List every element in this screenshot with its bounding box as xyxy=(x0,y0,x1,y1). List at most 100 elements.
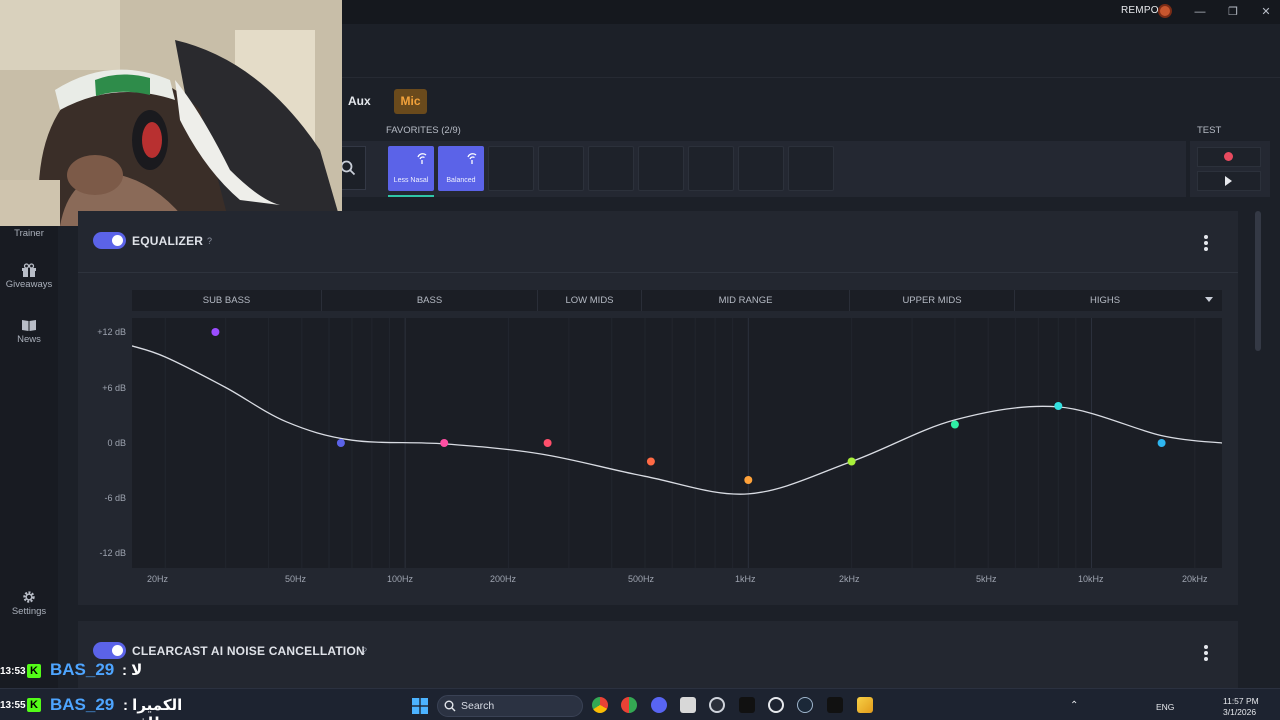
chat-user: BAS_29 xyxy=(50,695,115,714)
epic-icon[interactable] xyxy=(739,697,755,713)
minimize-button[interactable]: — xyxy=(1186,2,1214,22)
chrome-alt-icon[interactable] xyxy=(621,697,637,713)
tab-aux[interactable]: Aux xyxy=(348,89,371,114)
taskbar-search[interactable] xyxy=(437,695,583,717)
band-bass[interactable]: BASS xyxy=(322,290,538,311)
gift-icon xyxy=(22,263,36,277)
chat-user: BAS_29 xyxy=(50,660,115,679)
test-label: TEST xyxy=(1197,125,1222,136)
equalizer-toggle[interactable] xyxy=(93,232,126,249)
y-tick-label: -12 dB xyxy=(99,548,126,558)
clearcast-help[interactable]: ? xyxy=(362,646,367,656)
x-tick-label: 500Hz xyxy=(628,574,655,584)
restore-button[interactable]: ❐ xyxy=(1219,2,1247,22)
preset-slot-empty[interactable] xyxy=(688,146,734,191)
header-divider xyxy=(342,77,1280,78)
x-tick-label: 20kHz xyxy=(1182,574,1208,584)
clearcast-toggle[interactable] xyxy=(93,642,126,659)
preset-slot-empty[interactable] xyxy=(788,146,834,191)
band-upper-mids[interactable]: UPPER MIDS xyxy=(850,290,1015,311)
kick-icon: K xyxy=(27,698,41,712)
preset-slot-empty[interactable] xyxy=(588,146,634,191)
eq-point-3[interactable] xyxy=(440,439,449,447)
close-button[interactable]: ✕ xyxy=(1252,2,1280,22)
y-tick-label: +12 dB xyxy=(97,327,126,337)
voice-app-icon[interactable] xyxy=(680,697,696,713)
x-tick-label: 5kHz xyxy=(976,574,997,584)
preset-slot-empty[interactable] xyxy=(488,146,534,191)
eq-point-10[interactable] xyxy=(1157,439,1166,447)
band-sub-bass[interactable]: SUB BASS xyxy=(132,290,322,311)
steam-icon[interactable] xyxy=(797,697,813,713)
preset-balanced[interactable]: Balanced xyxy=(438,146,484,191)
eq-point-6[interactable] xyxy=(744,476,753,484)
clock-date[interactable]: 3/1/2026 xyxy=(1223,707,1256,717)
eq-point-1[interactable] xyxy=(211,328,220,336)
preset-less-nasal[interactable]: Less Nasal xyxy=(388,146,434,191)
sidebar-item-trainer[interactable]: Trainer xyxy=(0,228,58,239)
windows-start-icon[interactable] xyxy=(412,698,428,714)
app-icon[interactable] xyxy=(857,697,873,713)
band-highs[interactable]: HIGHS xyxy=(1015,290,1195,311)
preset-slot-empty[interactable] xyxy=(538,146,584,191)
preset-search[interactable] xyxy=(340,146,366,190)
user-name[interactable]: REMPO xyxy=(1121,5,1159,16)
equalizer-menu-icon[interactable] xyxy=(1204,235,1208,251)
tiktok-icon[interactable] xyxy=(827,697,843,713)
eq-point-7[interactable] xyxy=(847,457,856,466)
y-tick-label: +6 dB xyxy=(102,383,126,393)
chat-message: 13:55 K BAS_29 : الكميرا طافيه xyxy=(0,695,220,720)
x-tick-label: 1kHz xyxy=(735,574,756,584)
chevron-up-icon[interactable]: ⌃ xyxy=(1070,700,1078,711)
chrome-icon[interactable] xyxy=(592,697,608,713)
sidebar-item-giveaways[interactable]: Giveaways xyxy=(0,263,58,290)
chat-time: 13:53 xyxy=(0,666,26,677)
tab-mic[interactable]: Mic xyxy=(394,89,427,114)
eq-point-8[interactable] xyxy=(950,420,959,429)
clock-time[interactable]: 11:57 PM xyxy=(1223,696,1259,706)
eq-point-5[interactable] xyxy=(646,457,655,466)
record-icon xyxy=(1224,152,1233,161)
chat-text: : لا xyxy=(122,662,143,679)
scrollbar[interactable] xyxy=(1255,211,1261,351)
equalizer-help[interactable]: ? xyxy=(207,236,212,246)
eq-point-4[interactable] xyxy=(543,439,552,447)
taskbar-search-label: Search xyxy=(461,700,495,712)
y-tick-label: 0 dB xyxy=(107,438,126,448)
eq-point-2[interactable] xyxy=(336,439,345,447)
clearcast-menu-icon[interactable] xyxy=(1204,645,1208,661)
clearcast-title: CLEARCAST AI NOISE CANCELLATION xyxy=(132,644,365,658)
chat-message: 13:53 K BAS_29 : لا xyxy=(0,660,150,680)
x-tick-label: 50Hz xyxy=(285,574,307,584)
book-icon xyxy=(22,320,36,331)
x-tick-label: 200Hz xyxy=(490,574,517,584)
equalizer-title: EQUALIZER xyxy=(132,234,204,248)
preset-name: Less Nasal xyxy=(393,177,429,184)
gear-icon xyxy=(23,591,35,603)
waves-icon xyxy=(467,153,477,164)
sidebar-item-news[interactable]: News xyxy=(0,318,58,345)
x-tick-label: 100Hz xyxy=(387,574,414,584)
active-preset-indicator xyxy=(388,195,434,197)
x-tick-label: 20Hz xyxy=(147,574,169,584)
steelseries-icon[interactable] xyxy=(768,697,784,713)
user-avatar[interactable] xyxy=(1158,4,1172,18)
band-low-mids[interactable]: LOW MIDS xyxy=(538,290,642,311)
play-icon xyxy=(1225,176,1232,186)
sidebar-item-label: Giveaways xyxy=(5,279,53,290)
discord-icon[interactable] xyxy=(651,697,667,713)
search-icon xyxy=(340,160,356,176)
obs-icon[interactable] xyxy=(709,697,725,713)
favorites-label: FAVORITES (2/9) xyxy=(386,125,461,136)
band-mid-range[interactable]: MID RANGE xyxy=(642,290,850,311)
chevron-down-icon[interactable] xyxy=(1205,297,1213,302)
preset-slot-empty[interactable] xyxy=(638,146,684,191)
sidebar-item-label: Trainer xyxy=(14,228,44,239)
eq-point-9[interactable] xyxy=(1054,402,1063,410)
preset-slot-empty[interactable] xyxy=(738,146,784,191)
chat-text: : الكميرا طافيه xyxy=(123,697,183,720)
panel-divider xyxy=(78,272,1238,273)
sidebar-item-settings[interactable]: Settings xyxy=(0,590,58,617)
eq-chart[interactable] xyxy=(132,318,1222,568)
language-indicator[interactable]: ENG xyxy=(1156,702,1174,712)
